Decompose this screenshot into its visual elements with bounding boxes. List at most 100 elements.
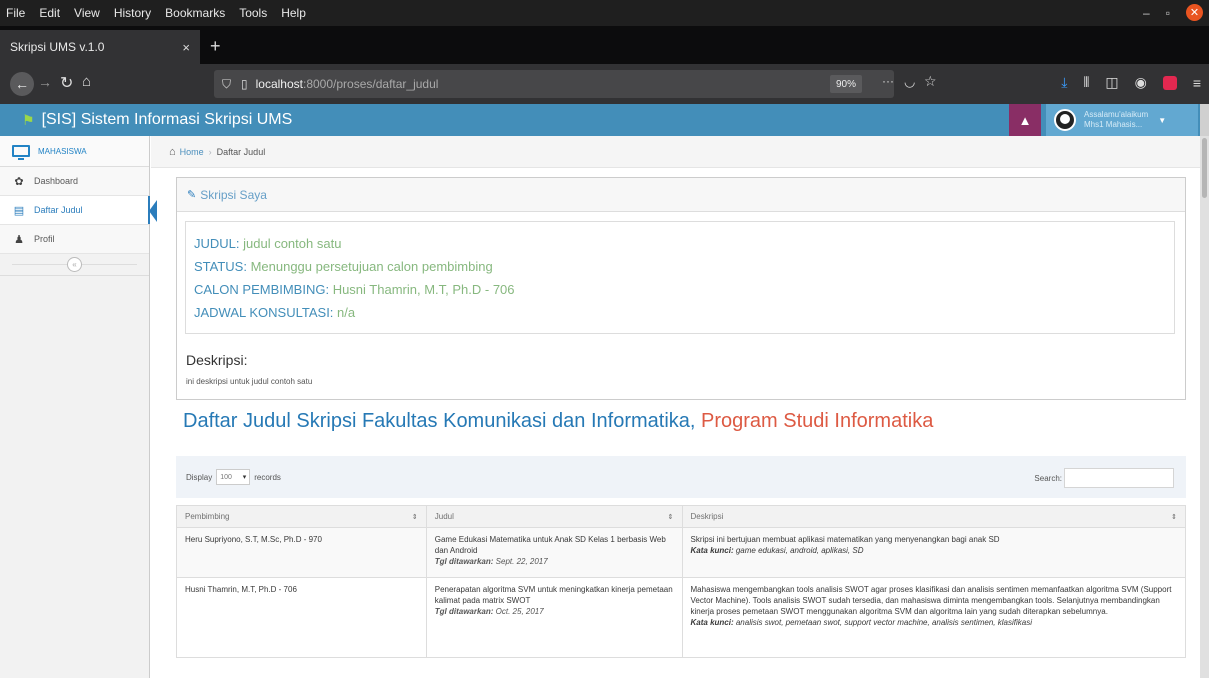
breadcrumb-separator: › bbox=[208, 146, 212, 157]
kata-kunci: Kata kunci: analisis swot, pemetaan swot… bbox=[691, 617, 1178, 628]
scrollbar-cap bbox=[1200, 104, 1209, 136]
home-icon[interactable]: ⌂ bbox=[82, 73, 91, 90]
page-info-icon[interactable]: ▯ bbox=[241, 77, 248, 91]
column-header-judul[interactable]: Judul ⇕ bbox=[425, 505, 683, 528]
forward-icon[interactable]: → bbox=[38, 74, 52, 90]
column-header-pembimbing[interactable]: Pembimbing ⇕ bbox=[176, 505, 427, 528]
user-info: Assalamu'alaikum Mhs1 Mahasis... bbox=[1084, 110, 1148, 130]
cell-pembimbing: Husni Thamrin, M.T, Ph.D - 706 bbox=[176, 577, 427, 658]
table-search: Search: bbox=[1034, 468, 1174, 488]
kw-label: Kata kunci: bbox=[690, 618, 734, 627]
judul-value: judul contoh satu bbox=[239, 236, 342, 251]
back-icon[interactable]: ← bbox=[10, 72, 34, 96]
column-label: Deskripsi bbox=[690, 512, 724, 521]
menu-tools[interactable]: Tools bbox=[239, 6, 267, 20]
sidebar-toggle-icon[interactable]: ◫ bbox=[1105, 74, 1118, 91]
search-input[interactable] bbox=[1064, 468, 1174, 488]
tgl-value: Oct. 25, 2017 bbox=[493, 607, 544, 616]
list-icon: ▤ bbox=[13, 204, 25, 217]
widget-header: ✎ Skripsi Saya bbox=[177, 178, 1185, 212]
widget-title: Skripsi Saya bbox=[200, 187, 267, 202]
browser-tab[interactable]: Skripsi UMS v.1.0 × bbox=[0, 30, 200, 64]
notification-button[interactable]: ▲ bbox=[1009, 104, 1041, 136]
user-greeting: Assalamu'alaikum bbox=[1084, 110, 1149, 119]
breadcrumb: ⌂ Home › Daftar Judul bbox=[151, 136, 1200, 168]
kw-label: Kata kunci: bbox=[690, 546, 734, 555]
jadwal-label: JADWAL KONSULTASI: bbox=[194, 305, 334, 320]
hamburger-menu-icon[interactable]: ≡ bbox=[1193, 75, 1201, 91]
skripsi-saya-widget: ✎ Skripsi Saya JUDUL: judul contoh satu … bbox=[176, 177, 1186, 400]
library-icon[interactable]: ⫴ bbox=[1083, 74, 1089, 91]
sidebar-item-label: Profil bbox=[34, 234, 55, 244]
sort-icon: ⇕ bbox=[1171, 514, 1177, 521]
maximize-icon[interactable]: ▫ bbox=[1166, 6, 1170, 20]
table-row[interactable]: Heru Supriyono, S.T, M.Sc, Ph.D - 970 Ga… bbox=[176, 527, 1186, 578]
records-per-page-select[interactable]: 100 ▾ bbox=[216, 469, 251, 485]
window-controls: – ▫ ✕ bbox=[1143, 4, 1203, 21]
menu-file[interactable]: File bbox=[6, 6, 25, 20]
adblock-icon[interactable] bbox=[1162, 75, 1177, 90]
url-bar[interactable]: ⛉ ▯ localhost:8000/proses/daftar_judul 9… bbox=[214, 70, 937, 98]
desktop-icon bbox=[12, 145, 30, 160]
extension-icon[interactable]: ◉ bbox=[1135, 74, 1147, 91]
browser-menubar: File Edit View History Bookmarks Tools H… bbox=[0, 0, 1209, 26]
tgl-ditawarkan: Tgl ditawarkan: Sept. 22, 2017 bbox=[435, 556, 674, 567]
new-tab-icon[interactable]: + bbox=[210, 36, 221, 57]
url-host: localhost bbox=[255, 77, 303, 91]
records-label: records bbox=[254, 472, 281, 482]
menu-help[interactable]: Help bbox=[281, 6, 306, 20]
status-value: Menunggu persetujuan calon pembimbing bbox=[246, 259, 493, 274]
menu-history[interactable]: History bbox=[114, 6, 151, 20]
breadcrumb-current: Daftar Judul bbox=[216, 146, 266, 157]
tab-strip: Skripsi UMS v.1.0 × + bbox=[0, 26, 1209, 64]
download-icon[interactable]: ⤓ bbox=[1061, 74, 1067, 91]
flag-icon: ⚑ bbox=[22, 111, 35, 128]
page-scrollbar[interactable] bbox=[1200, 136, 1209, 678]
breadcrumb-home[interactable]: Home bbox=[180, 147, 204, 157]
page-actions-icon[interactable]: ··· bbox=[882, 74, 894, 88]
records-per-page-value: 100 bbox=[220, 473, 232, 481]
sidebar-shortcuts: MAHASISWA bbox=[0, 136, 149, 167]
sidebar-item-dashboard[interactable]: ✿ Dashboard bbox=[0, 167, 149, 196]
sidebar-item-label: Daftar Judul bbox=[34, 205, 83, 215]
column-header-deskripsi[interactable]: Deskripsi ⇕ bbox=[681, 505, 1186, 528]
menu-bookmarks[interactable]: Bookmarks bbox=[165, 6, 225, 20]
app-header: ⚑ [SIS] Sistem Informasi Skripsi UMS ▲ A… bbox=[0, 104, 1209, 136]
tracking-shield-icon[interactable]: ⛉ bbox=[222, 77, 231, 92]
user-icon: ♟ bbox=[14, 233, 24, 246]
table-controls: Display 100 ▾ records Search: bbox=[176, 456, 1186, 498]
minimize-icon[interactable]: – bbox=[1143, 6, 1150, 20]
display-length: Display 100 ▾ records bbox=[186, 469, 281, 485]
user-menu[interactable]: Assalamu'alaikum Mhs1 Mahasis... ▼ bbox=[1046, 104, 1198, 136]
home-icon: ⌂ bbox=[169, 145, 176, 158]
bookmark-star-icon[interactable]: ☆ bbox=[924, 73, 937, 90]
cell-deskripsi: Mahasiswa mengembangkan tools analisis S… bbox=[681, 577, 1186, 658]
close-window-icon[interactable]: ✕ bbox=[1186, 4, 1203, 21]
sidebar-role-label: MAHASISWA bbox=[38, 146, 87, 156]
sidebar-item-profil[interactable]: ♟ Profil bbox=[0, 225, 149, 254]
brand[interactable]: ⚑ [SIS] Sistem Informasi Skripsi UMS bbox=[22, 111, 292, 129]
title-prodi: Program Studi Informatika bbox=[695, 410, 934, 432]
column-label: Judul bbox=[434, 512, 454, 521]
tab-close-icon[interactable]: × bbox=[182, 40, 190, 55]
tgl-label: Tgl ditawarkan: bbox=[434, 607, 494, 616]
kw-value: game edukasi, android, aplikasi, SD bbox=[733, 546, 864, 555]
info-pembimbing: CALON PEMBIMBING: Husni Thamrin, M.T, Ph… bbox=[194, 278, 1166, 301]
menu-view[interactable]: View bbox=[74, 6, 100, 20]
jadwal-value: n/a bbox=[333, 305, 356, 320]
bullhorn-icon: ✎ bbox=[187, 189, 197, 201]
deskripsi-text: Skripsi ini bertujuan membuat aplikasi m… bbox=[690, 535, 1000, 544]
pocket-icon[interactable]: ◡ bbox=[904, 74, 915, 90]
collapse-icon[interactable]: « bbox=[67, 257, 82, 272]
kw-value: analisis swot, pemetaan swot, support ve… bbox=[733, 618, 1032, 627]
info-status: STATUS: Menunggu persetujuan calon pembi… bbox=[194, 255, 1166, 278]
deskripsi-text: Mahasiswa mengembangkan tools analisis S… bbox=[690, 585, 1172, 616]
page-title: Daftar Judul Skripsi Fakultas Komunikasi… bbox=[183, 410, 933, 433]
menu-edit[interactable]: Edit bbox=[39, 6, 60, 20]
skripsi-info-box: JUDUL: judul contoh satu STATUS: Menungg… bbox=[185, 221, 1175, 334]
table-row[interactable]: Husni Thamrin, M.T, Ph.D - 706 Penerapat… bbox=[176, 577, 1186, 658]
sidebar-item-daftar-judul[interactable]: ▤ Daftar Judul bbox=[0, 196, 157, 225]
judul-text: Penerapatan algoritma SVM untuk meningka… bbox=[434, 585, 673, 605]
reload-icon[interactable]: ↻ bbox=[60, 73, 73, 93]
zoom-level[interactable]: 90% bbox=[830, 75, 863, 93]
